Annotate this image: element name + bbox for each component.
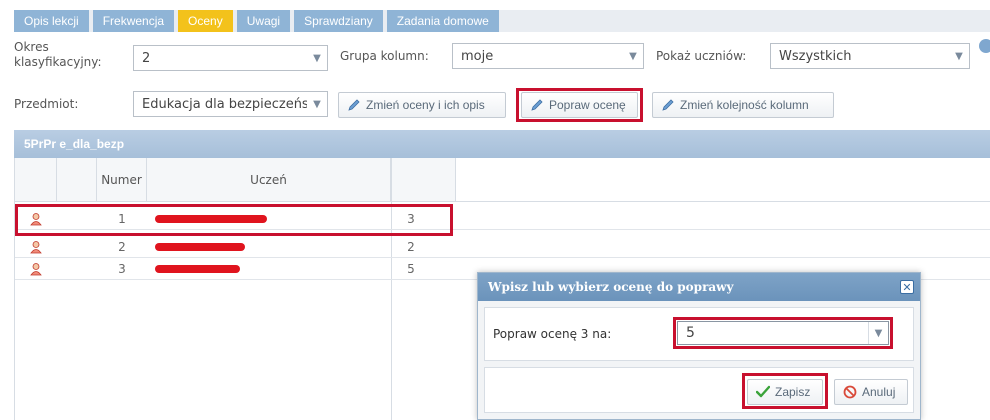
grupa-value: moje — [461, 48, 494, 64]
page: Opis lekcji Frekwencja Oceny Uwagi Spraw… — [0, 0, 990, 420]
chevron-down-icon: ▼ — [313, 98, 321, 110]
tab-uwagi[interactable]: Uwagi — [236, 10, 291, 32]
col-numer[interactable]: Numer — [97, 158, 147, 202]
tab-frekwencja[interactable]: Frekwencja — [92, 10, 175, 32]
przedmiot-label: Przedmiot: — [14, 97, 79, 111]
pokaz-label: Pokaż uczniów: — [656, 49, 747, 63]
col-empty — [456, 158, 990, 202]
tab-sprawdziany[interactable]: Sprawdziany — [294, 10, 383, 32]
tab-opis-lekcji[interactable]: Opis lekcji — [14, 10, 89, 32]
okres-select[interactable]: 2 ▼ — [133, 45, 328, 71]
redaction-mark — [155, 265, 240, 273]
close-icon[interactable]: ✕ — [900, 280, 914, 294]
col-icon — [15, 158, 57, 202]
tab-zadania-domowe[interactable]: Zadania domowe — [386, 10, 499, 32]
dialog-body: Popraw ocenę 3 na: 5 ▼ — [484, 307, 914, 361]
grid-title: 5PrPr e_dla_bezp — [14, 130, 990, 158]
grupa-label: Grupa kolumn: — [340, 49, 429, 63]
info-icon[interactable] — [979, 39, 990, 53]
popraw-ocene-highlight — [516, 88, 643, 122]
row-grade[interactable]: 2 — [391, 236, 431, 258]
pencil-icon — [661, 98, 675, 112]
chevron-down-icon: ▼ — [955, 50, 963, 62]
pokaz-value: Wszystkich — [779, 48, 852, 64]
dialog-title-text: Wpisz lub wybierz ocenę do poprawy — [488, 280, 734, 294]
cancel-button[interactable]: Anuluj — [834, 379, 908, 405]
person-icon — [15, 258, 57, 280]
przedmiot-select[interactable]: Edukacja dla bezpieczeńs ▼ — [133, 91, 328, 117]
grupa-select[interactable]: moje ▼ — [452, 43, 644, 69]
okres-label: Okres klasyfikacyjny: — [14, 40, 102, 69]
row-grade[interactable]: 5 — [391, 258, 431, 280]
col-blank — [57, 158, 97, 202]
chevron-down-icon: ▼ — [629, 50, 637, 62]
przedmiot-value: Edukacja dla bezpieczeńs — [142, 96, 307, 112]
dialog-title: Wpisz lub wybierz ocenę do poprawy — [478, 273, 920, 301]
grade-select-highlight — [673, 317, 893, 349]
dialog-field-label: Popraw ocenę 3 na: — [493, 327, 612, 341]
dialog-footer: Zapisz Anuluj — [484, 367, 914, 413]
popraw-ocene-dialog: Wpisz lub wybierz ocenę do poprawy ✕ Pop… — [477, 272, 921, 420]
col-grade[interactable] — [391, 158, 456, 202]
row-numer: 2 — [118, 240, 126, 254]
tab-oceny[interactable]: Oceny — [178, 10, 233, 32]
zmien-oceny-label: Zmień oceny i ich opis — [366, 98, 485, 112]
column-divider — [391, 158, 392, 420]
table-row[interactable]: 2 2 — [15, 236, 990, 258]
pencil-icon — [347, 98, 361, 112]
row-highlight — [15, 204, 453, 236]
redaction-mark — [155, 243, 245, 251]
okres-value: 2 — [142, 50, 151, 66]
person-icon — [15, 236, 57, 258]
cancel-icon — [843, 385, 857, 399]
zmien-kolejnosc-label: Zmień kolejność kolumn — [680, 98, 809, 112]
zmien-kolejnosc-button[interactable]: Zmień kolejność kolumn — [652, 92, 834, 118]
zmien-oceny-button[interactable]: Zmień oceny i ich opis — [338, 92, 506, 118]
pokaz-select[interactable]: Wszystkich ▼ — [770, 43, 970, 69]
cancel-button-label: Anuluj — [862, 385, 896, 399]
col-uczen[interactable]: Uczeń — [147, 158, 391, 202]
tab-bar: Opis lekcji Frekwencja Oceny Uwagi Spraw… — [14, 10, 990, 32]
row-numer: 3 — [118, 262, 126, 276]
chevron-down-icon: ▼ — [313, 52, 321, 64]
save-button-highlight — [742, 373, 828, 409]
